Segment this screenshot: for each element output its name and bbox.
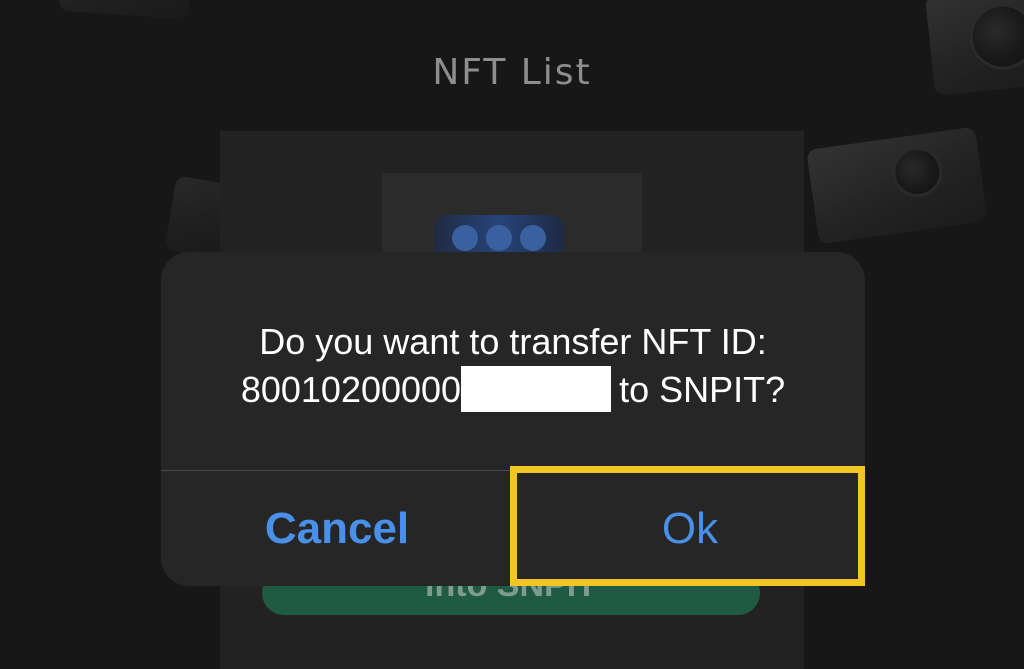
dialog-message-suffix: to SNPIT?: [619, 369, 786, 410]
transfer-confirm-dialog: Do you want to transfer NFT ID: 80010200…: [161, 252, 865, 586]
cancel-button[interactable]: Cancel: [161, 471, 513, 586]
dialog-message-line1: Do you want to transfer NFT ID:: [259, 321, 767, 362]
redaction-box: [461, 366, 612, 412]
ok-button[interactable]: Ok: [514, 471, 865, 586]
camera-illustration: [806, 126, 988, 245]
dialog-message-line2: 80010200000 to SNPIT?: [241, 366, 785, 414]
reel-hole: [486, 225, 512, 251]
nft-id-value: 80010200000: [240, 369, 462, 410]
camera-illustration: [58, 0, 192, 20]
reel-hole: [520, 225, 546, 251]
reel-hole: [452, 225, 478, 251]
page-title: NFT List: [432, 52, 592, 93]
screen: NFT List into SNPIT Do you want to trans…: [0, 0, 1024, 669]
dialog-message: Do you want to transfer NFT ID: 80010200…: [161, 318, 865, 414]
camera-lens-icon: [889, 143, 946, 201]
